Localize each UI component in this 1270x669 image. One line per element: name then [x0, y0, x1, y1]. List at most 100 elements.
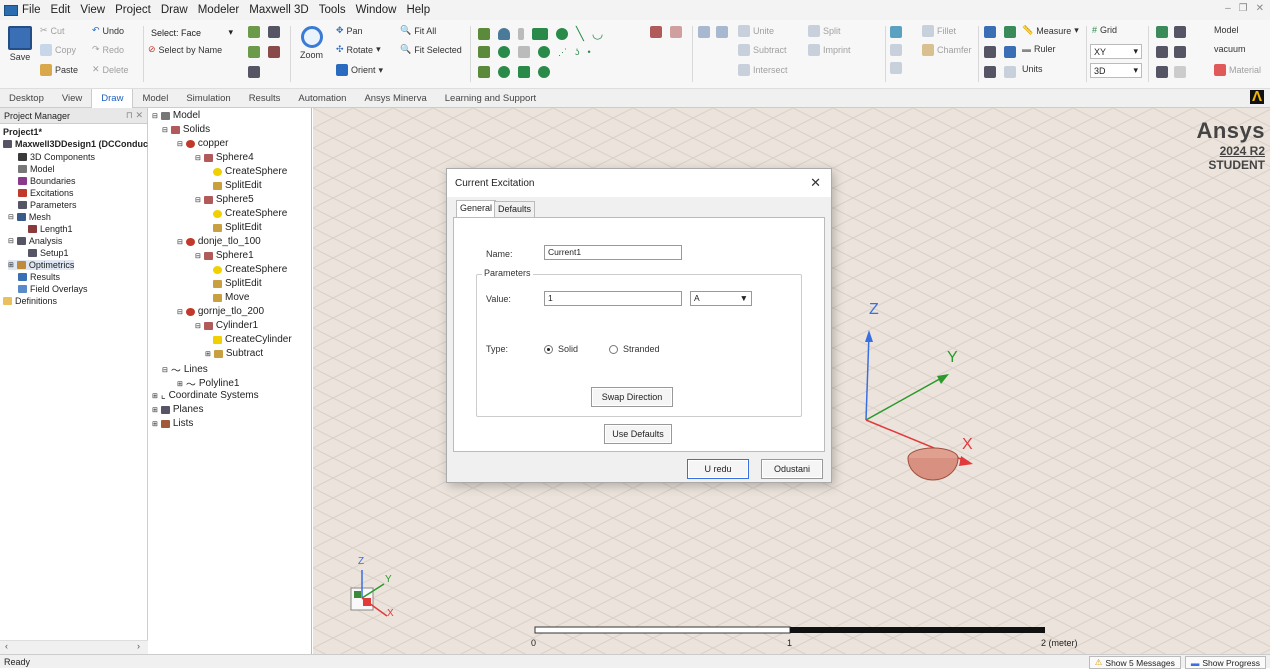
tab-learning[interactable]: Learning and Support [436, 89, 545, 108]
tree-splitedit[interactable]: SplitEdit [213, 278, 262, 289]
fillet-button[interactable]: Fillet [922, 25, 956, 37]
cursor-icon[interactable] [1174, 66, 1186, 78]
use-defaults-button[interactable]: Use Defaults [604, 424, 672, 444]
close-icon[interactable]: ✕ [1256, 3, 1264, 14]
show-progress-button[interactable]: ▬ Show Progress [1184, 656, 1266, 669]
tree-sphere5[interactable]: ⊟ Sphere5 [195, 194, 254, 205]
redo-button[interactable]: ↷ Redo [92, 44, 124, 55]
plane-dropdown[interactable]: XY ▾ [1090, 44, 1142, 59]
wire-icon[interactable] [1174, 46, 1186, 58]
pm-item-boundaries[interactable]: Boundaries [18, 176, 76, 186]
array-icon[interactable] [1004, 66, 1016, 78]
circle-icon[interactable] [556, 28, 568, 40]
torus-icon[interactable] [518, 46, 530, 58]
pm-item-excitations[interactable]: Excitations [18, 188, 74, 198]
menu-modeler[interactable]: Modeler [198, 4, 240, 16]
region-icon[interactable] [538, 66, 550, 78]
prism-icon[interactable] [478, 66, 490, 78]
pm-item-field-overlays[interactable]: Field Overlays [18, 284, 88, 294]
units-button[interactable]: Units [1022, 64, 1043, 74]
design-node[interactable]: Maxwell3DDesign1 (DCConduc [3, 139, 148, 149]
ruler-button[interactable]: ▬ Ruler [1022, 44, 1056, 54]
tree-move[interactable]: Move [213, 292, 249, 303]
unit-dropdown[interactable]: A ▼ [690, 291, 752, 306]
curve-icon[interactable]: ʖ [575, 47, 580, 57]
select-face-icon[interactable] [268, 26, 280, 38]
cylinder-icon[interactable] [478, 46, 490, 58]
close-icon[interactable]: ✕ [810, 175, 821, 191]
tree-createcylinder[interactable]: CreateCylinder [213, 334, 292, 345]
pm-item-length1[interactable]: Length1 [28, 224, 73, 234]
undo-button[interactable]: ↶ Undo [92, 25, 124, 36]
pm-item-analysis[interactable]: ⊟ Analysis [8, 236, 62, 246]
tab-model[interactable]: Model [133, 89, 177, 108]
select-object-icon[interactable] [248, 26, 260, 38]
relative-cs-icon[interactable] [698, 26, 710, 38]
unite-button[interactable]: Unite [738, 25, 774, 37]
ok-button[interactable]: U redu [687, 459, 749, 479]
sweep-icon[interactable] [890, 26, 902, 38]
delete-button[interactable]: ✕ Delete [92, 64, 129, 75]
render-icon[interactable] [1156, 46, 1168, 58]
box-icon[interactable] [478, 28, 490, 40]
tree-model[interactable]: ⊟ Model [152, 110, 200, 121]
tree-createsphere[interactable]: CreateSphere [213, 208, 287, 219]
split-button[interactable]: Split [808, 25, 841, 37]
subtract-button[interactable]: Subtract [738, 44, 787, 56]
minimize-icon[interactable]: ‒ [1225, 3, 1231, 14]
material-value[interactable]: vacuum [1214, 44, 1246, 54]
tree-planes[interactable]: ⊞ Planes [152, 404, 203, 415]
select-by-name-button[interactable]: ⊘ Select by Name [148, 44, 222, 55]
pm-item-setup1[interactable]: Setup1 [28, 248, 69, 258]
rotate-button[interactable]: ✣ Rotate ▾ [336, 44, 381, 55]
save-button[interactable]: Save [8, 26, 32, 62]
intersect-button[interactable]: Intersect [738, 64, 788, 76]
pm-item-parameters[interactable]: Parameters [18, 200, 77, 210]
tab-automation[interactable]: Automation [289, 89, 355, 108]
pm-item-3d-components[interactable]: 3D Components [18, 152, 95, 162]
object-cs-icon[interactable] [670, 26, 682, 38]
helix-icon[interactable] [518, 28, 524, 40]
tab-results[interactable]: Results [240, 89, 290, 108]
tree-coordinate-systems[interactable]: ⊞ ⌞ Coordinate Systems [152, 390, 259, 401]
tree-sphere4[interactable]: ⊟ Sphere4 [195, 152, 254, 163]
show-messages-button[interactable]: ⚠ Show 5 Messages [1088, 656, 1181, 669]
pin-close-icon[interactable]: ⊓ ✕ [126, 110, 143, 121]
shade-icon[interactable] [1156, 66, 1168, 78]
rectangle-icon[interactable] [532, 28, 548, 40]
tree-splitedit[interactable]: SplitEdit [213, 180, 262, 191]
tree-cylinder1[interactable]: ⊟ Cylinder1 [195, 320, 258, 331]
menu-maxwell3d[interactable]: Maxwell 3D [249, 4, 308, 16]
chamfer-button[interactable]: Chamfer [922, 44, 972, 56]
select-vertex-icon[interactable] [268, 46, 280, 58]
move-icon[interactable] [984, 26, 996, 38]
line-icon[interactable]: ╲ [576, 26, 584, 42]
tree-splitedit[interactable]: SplitEdit [213, 222, 262, 233]
grid-button[interactable]: # Grid [1092, 25, 1117, 35]
spline-icon[interactable]: ⋰ [558, 47, 567, 58]
cut-button[interactable]: ✂ Cut [40, 25, 65, 36]
pm-scrollbar[interactable]: ‹ › [0, 640, 148, 654]
orient-button[interactable]: Orient ▾ [336, 64, 383, 76]
tab-desktop[interactable]: Desktop [0, 89, 53, 108]
scroll-left-icon[interactable]: ‹ [5, 641, 8, 651]
grid-toggle-icon[interactable] [1156, 26, 1168, 38]
tree-lines[interactable]: ⊟ 〜 Lines [162, 362, 208, 377]
duplicate-icon[interactable] [1004, 26, 1016, 38]
menu-file[interactable]: File [22, 4, 41, 16]
tree-solids[interactable]: ⊟ Solids [162, 124, 210, 135]
pm-item-model[interactable]: Model [18, 164, 55, 174]
scale-icon[interactable] [1004, 46, 1016, 58]
ellipse-icon[interactable] [538, 46, 550, 58]
menu-project[interactable]: Project [115, 4, 151, 16]
copy-button[interactable]: Copy [40, 44, 76, 56]
pm-item-optimetrics[interactable]: ⊞ Optimetrics [8, 260, 75, 270]
select-edge-icon[interactable] [248, 46, 260, 58]
menu-help[interactable]: Help [406, 4, 430, 16]
tab-defaults[interactable]: Defaults [494, 201, 536, 217]
restore-icon[interactable]: ❐ [1239, 3, 1248, 14]
face-cs-icon[interactable] [650, 26, 662, 38]
imprint-button[interactable]: Imprint [808, 44, 851, 56]
point-icon[interactable]: • [588, 47, 591, 57]
name-input[interactable]: Current1 [544, 245, 682, 260]
